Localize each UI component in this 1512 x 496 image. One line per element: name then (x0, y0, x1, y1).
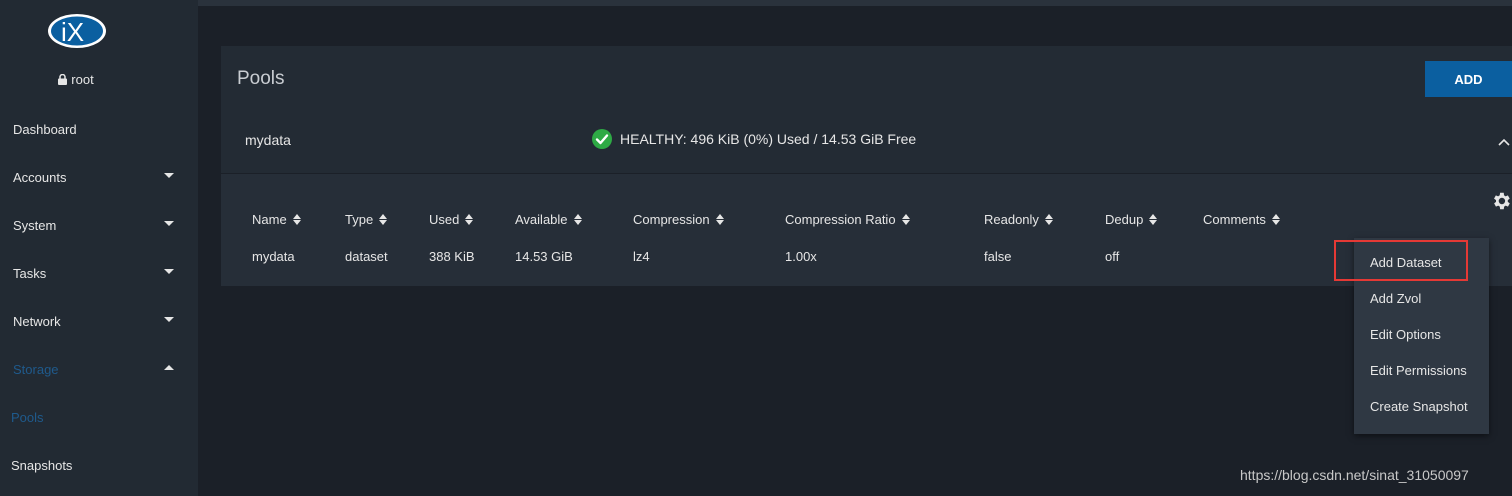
cell-readonly: false (984, 249, 1012, 264)
sort-icon (465, 214, 474, 225)
sidebar-item-label: System (13, 217, 57, 233)
healthy-check-icon (592, 129, 612, 149)
cell-compression: lz4 (633, 249, 650, 264)
sidebar-item-network[interactable]: Network (0, 297, 198, 345)
caret-down-icon (164, 269, 174, 274)
sidebar-item-label: Pools (11, 409, 44, 425)
sort-icon (1149, 214, 1158, 225)
sort-icon (573, 214, 582, 225)
column-header-readonly[interactable]: Readonly (984, 212, 1053, 227)
column-header-name[interactable]: Name (252, 212, 301, 227)
cell-type: dataset (345, 249, 388, 264)
column-header-compression-ratio[interactable]: Compression Ratio (785, 212, 910, 227)
menu-item-edit-permissions[interactable]: Edit Permissions (1354, 352, 1489, 388)
sidebar-item-label: Network (13, 313, 61, 329)
sidebar-item-snapshots[interactable]: Snapshots (0, 441, 198, 489)
watermark: https://blog.csdn.net/sinat_31050097 (1240, 467, 1469, 483)
caret-down-icon (164, 317, 174, 322)
card-header: Pools ADD (221, 46, 1512, 110)
sort-icon (379, 214, 388, 225)
sidebar-item-system[interactable]: System (0, 201, 198, 249)
column-header-type[interactable]: Type (345, 212, 388, 227)
cell-used: 388 KiB (429, 249, 475, 264)
sidebar-item-label: Tasks (13, 265, 47, 281)
username: root (71, 72, 94, 87)
sort-icon (901, 214, 910, 225)
dataset-table: Name Type Used Available Compression Com… (221, 174, 1512, 286)
menu-item-add-zvol[interactable]: Add Zvol (1354, 280, 1489, 316)
add-pool-button[interactable]: ADD (1425, 61, 1512, 97)
lock-icon (58, 74, 68, 85)
top-bar (198, 0, 1512, 6)
highlight-annotation-box (1334, 240, 1468, 281)
sidebar-item-dashboard[interactable]: Dashboard (0, 105, 198, 153)
sort-icon (292, 214, 301, 225)
pools-card: Pools ADD mydata HEALTHY: 496 KiB (0%) U… (221, 46, 1512, 286)
caret-down-icon (164, 173, 174, 178)
pool-row[interactable]: mydata HEALTHY: 496 KiB (0%) Used / 14.5… (221, 110, 1512, 174)
cell-compression-ratio: 1.00x (785, 249, 817, 264)
menu-item-create-snapshot[interactable]: Create Snapshot (1354, 388, 1489, 424)
ix-logo: iX (48, 14, 106, 48)
cell-name: mydata (252, 249, 295, 264)
sidebar-item-accounts[interactable]: Accounts (0, 153, 198, 201)
cell-available: 14.53 GiB (515, 249, 573, 264)
gear-icon[interactable] (1490, 190, 1512, 212)
sort-icon (715, 214, 724, 225)
sidebar-item-label: Accounts (13, 169, 67, 185)
sidebar-item-storage[interactable]: Storage (0, 345, 198, 393)
caret-up-icon (164, 365, 174, 370)
cell-dedup: off (1105, 249, 1120, 264)
sort-icon (1271, 214, 1280, 225)
column-header-used[interactable]: Used (429, 212, 474, 227)
pool-name: mydata (245, 132, 291, 148)
pool-status-text: HEALTHY: 496 KiB (0%) Used / 14.53 GiB F… (620, 131, 917, 147)
logo-text: iX (61, 17, 84, 47)
sidebar-item-tasks[interactable]: Tasks (0, 249, 198, 297)
sort-icon (1044, 214, 1053, 225)
pool-status: HEALTHY: 496 KiB (0%) Used / 14.53 GiB F… (592, 129, 916, 149)
sidebar: iX root Dashboard Accounts System Tasks … (0, 0, 198, 496)
sidebar-item-label: Dashboard (13, 121, 77, 137)
column-header-compression[interactable]: Compression (633, 212, 724, 227)
sidebar-item-pools[interactable]: Pools (0, 393, 198, 441)
page-title: Pools (237, 68, 285, 89)
menu-item-edit-options[interactable]: Edit Options (1354, 316, 1489, 352)
column-header-comments[interactable]: Comments (1203, 212, 1280, 227)
column-header-available[interactable]: Available (515, 212, 582, 227)
column-header-dedup[interactable]: Dedup (1105, 212, 1158, 227)
user-label: root (0, 72, 152, 87)
caret-down-icon (164, 221, 174, 226)
sidebar-item-label: Storage (13, 361, 59, 377)
chevron-up-icon[interactable] (1496, 134, 1512, 150)
sidebar-item-label: Snapshots (11, 457, 73, 473)
